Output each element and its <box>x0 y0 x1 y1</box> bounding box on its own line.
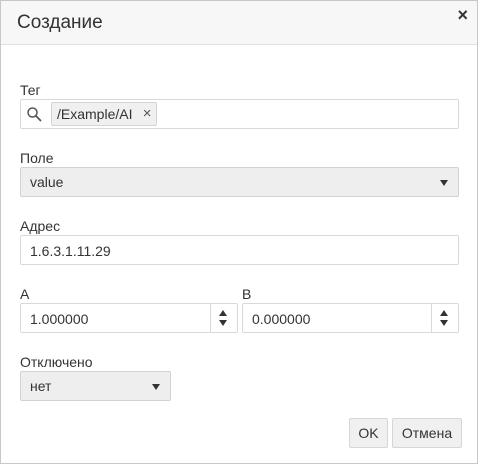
spinner-up-icon[interactable] <box>219 310 227 316</box>
tag-label: Тег <box>20 82 41 98</box>
disabled-select[interactable]: нет <box>20 371 171 401</box>
address-input[interactable]: 1.6.3.1.11.29 <box>20 235 459 265</box>
disabled-select-value: нет <box>30 378 52 394</box>
a-input-value: 1.000000 <box>30 311 89 327</box>
chevron-down-icon <box>152 384 160 390</box>
a-label: А <box>20 286 30 302</box>
chevron-down-icon <box>440 180 448 186</box>
remove-tag-icon[interactable]: × <box>143 103 152 125</box>
dialog-title: Создание <box>17 12 103 33</box>
search-icon <box>26 106 42 122</box>
a-spinner[interactable] <box>210 304 237 332</box>
close-icon[interactable]: × <box>457 6 468 24</box>
tag-field[interactable]: /Example/AI × <box>20 99 459 129</box>
b-number-input[interactable]: 0.000000 <box>242 303 459 333</box>
dialog-header: Создание × <box>1 1 477 45</box>
address-label: Адрес <box>20 218 61 234</box>
spinner-down-icon[interactable] <box>440 320 448 326</box>
tag-chip-label: /Example/AI <box>57 106 133 122</box>
disabled-label: Отключено <box>20 354 93 370</box>
create-dialog: Создание × Тег /Example/AI × Поле value … <box>0 0 478 464</box>
b-input-value: 0.000000 <box>252 311 311 327</box>
b-label: В <box>242 286 252 302</box>
field-select-value: value <box>30 174 64 190</box>
address-input-value: 1.6.3.1.11.29 <box>30 243 111 259</box>
ok-button[interactable]: OK <box>349 418 388 448</box>
a-number-input[interactable]: 1.000000 <box>20 303 238 333</box>
field-select[interactable]: value <box>20 167 459 197</box>
b-spinner[interactable] <box>431 304 458 332</box>
spinner-up-icon[interactable] <box>440 310 448 316</box>
spinner-down-icon[interactable] <box>219 320 227 326</box>
tag-chip: /Example/AI × <box>51 102 158 126</box>
field-label: Поле <box>20 150 54 166</box>
cancel-button[interactable]: Отмена <box>392 418 462 448</box>
